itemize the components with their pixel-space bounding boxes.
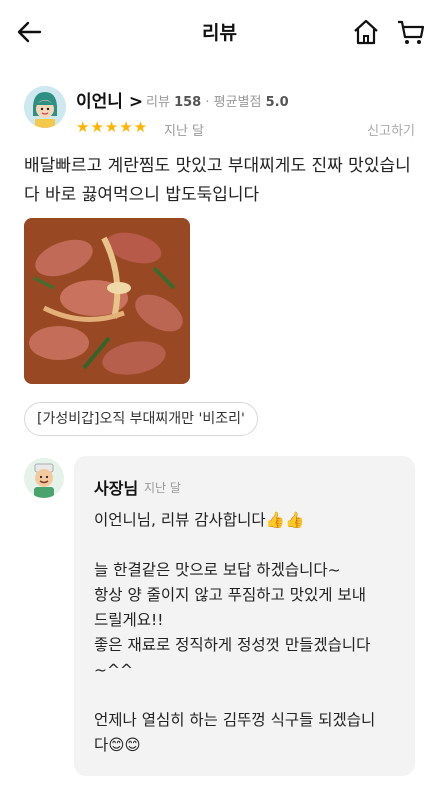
reviewer-name[interactable]: 이언니 > bbox=[76, 87, 143, 112]
reply-date: 지난 달 bbox=[144, 481, 181, 495]
reply-line: 이언니님, 리뷰 감사합니다👍👍 bbox=[94, 511, 305, 529]
reply-line: 항상 양 줄이지 않고 푸짐하고 맛있게 보내 bbox=[94, 586, 366, 604]
reply-line: 다😊😊 bbox=[94, 736, 141, 754]
review-photo[interactable] bbox=[24, 218, 190, 384]
review-count: 158 bbox=[174, 95, 202, 110]
menu-tag[interactable]: [가성비갑]오직 부대찌개만 '비조리' bbox=[24, 402, 258, 436]
cart-icon[interactable] bbox=[396, 18, 426, 46]
reply-line bbox=[94, 683, 406, 708]
reply-line: 언제나 열심히 하는 김뚜껑 식구들 되겠습니 bbox=[94, 711, 376, 729]
avg-rating: 5.0 bbox=[265, 95, 289, 110]
star-rating: ★★★★★ bbox=[76, 118, 149, 136]
home-icon[interactable] bbox=[352, 18, 380, 46]
reply-line: ~^^ bbox=[94, 661, 133, 679]
review-text: 배달빠르고 계란찜도 맛있고 부대찌게도 진짜 맛있습니다 바로 끓여먹으니 밥… bbox=[24, 156, 411, 205]
reply-line: 좋은 재료로 정직하게 정성껏 만들겠습니다 bbox=[94, 636, 371, 654]
reply-line: 드릴게요!! bbox=[94, 611, 164, 629]
owner-avatar bbox=[24, 458, 64, 498]
top-bar: 리뷰 bbox=[0, 0, 439, 64]
review-date: 지난 달 bbox=[164, 124, 205, 139]
stats-separator: · bbox=[205, 95, 210, 110]
review-count-label: 리뷰 bbox=[146, 95, 170, 110]
reviewer-avatar[interactable] bbox=[24, 86, 66, 128]
report-link[interactable]: 신고하기 bbox=[367, 120, 415, 139]
reply-line: 늘 한결같은 맛으로 보답 하겠습니다~ bbox=[94, 561, 341, 579]
reviewer-stats: 리뷰 158 · 평균별점 5.0 bbox=[146, 91, 289, 110]
avg-rating-label: 평균별점 bbox=[213, 95, 262, 110]
owner-reply-text: 이언니님, 리뷰 감사합니다👍👍 늘 한결같은 맛으로 보답 하겠습니다~ 항상… bbox=[94, 508, 406, 758]
reply-line bbox=[94, 533, 406, 558]
owner-name: 사장님 bbox=[94, 479, 139, 498]
